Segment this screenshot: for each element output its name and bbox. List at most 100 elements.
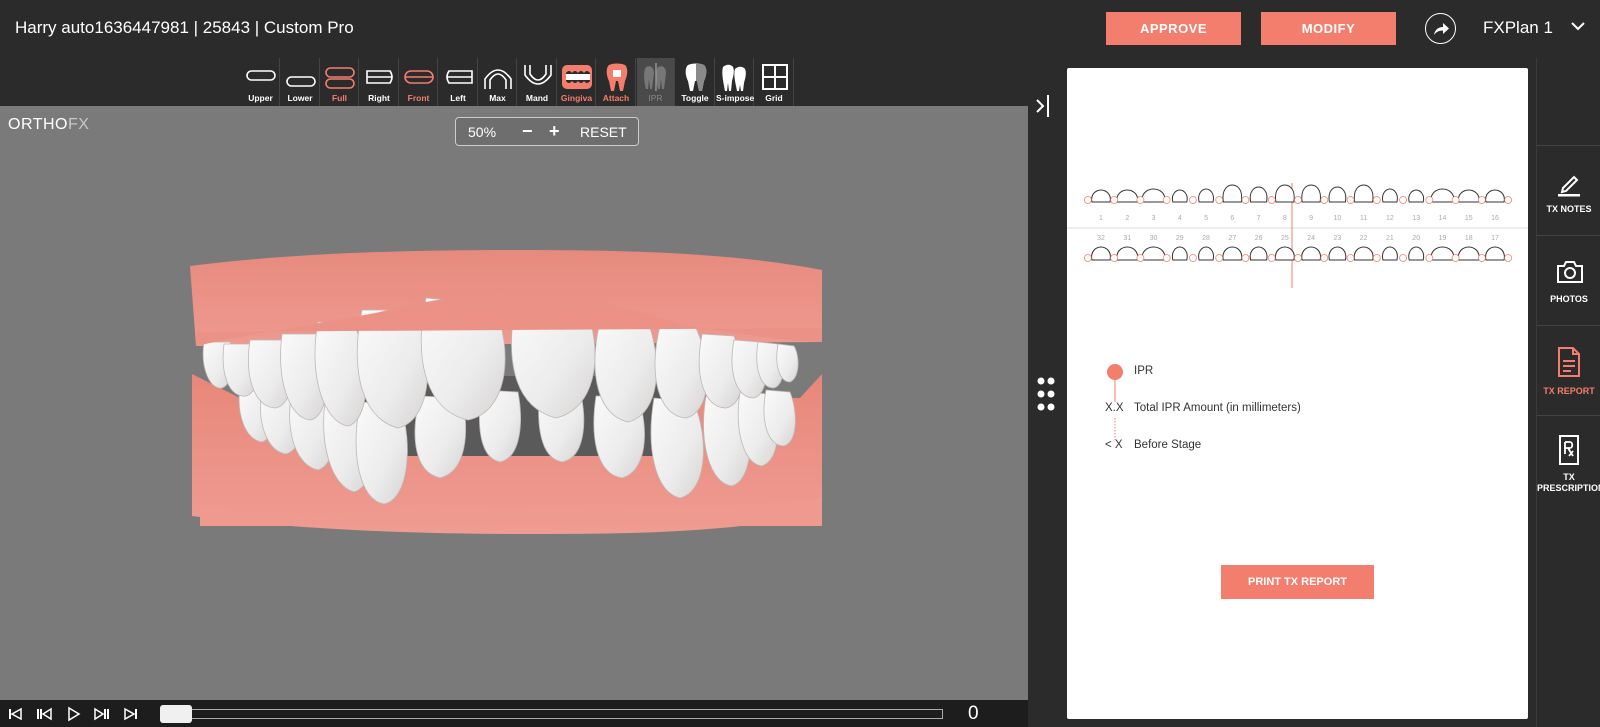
tool-max[interactable]: Max [479, 58, 517, 106]
tool-label: Grid [765, 93, 783, 103]
top-bar: Harry auto1636447981 | 25843 | Custom Pr… [0, 0, 1600, 58]
print-tx-report-button[interactable]: PRINT TX REPORT [1221, 565, 1374, 599]
tool-label: Attach [602, 93, 630, 103]
tooth-outline [1457, 246, 1480, 261]
tooth-outline [1091, 246, 1111, 261]
tool-upper[interactable]: Upper [242, 58, 280, 106]
tool-label: Right [368, 93, 390, 103]
contact-point [1320, 196, 1329, 204]
tool-right[interactable]: Right [361, 58, 399, 106]
play-icon[interactable] [64, 705, 82, 723]
document-icon [1558, 347, 1580, 377]
tooth-number: 1 [1099, 215, 1103, 222]
contact-point [1110, 254, 1119, 262]
tooth-number: 9 [1309, 215, 1313, 222]
legend-ipr-label: IPR [1134, 365, 1154, 377]
legend-ipr-marker-icon [1107, 364, 1123, 440]
contact-point [1189, 254, 1197, 262]
contact-point [1451, 254, 1460, 262]
plan-selector[interactable]: FXPlan 1 [1483, 18, 1553, 38]
legend-amount-symbol: X.X [1105, 402, 1124, 414]
view-toolbar: Upper Lower Full Right Front Left Max Mand Gingi… [0, 58, 1028, 106]
contact-point [1241, 254, 1250, 262]
upper-tooth-row: 1 2 3 4 5 6 7 8 9 10 11 12 13 14 15 16 [1083, 184, 1513, 222]
tooth-number: 32 [1097, 235, 1105, 242]
tool-lower[interactable]: Lower [282, 58, 320, 106]
dental-model[interactable] [0, 106, 1028, 700]
chevron-down-icon[interactable] [1570, 18, 1586, 34]
contact-point [1320, 254, 1329, 262]
mandibular-icon [523, 65, 552, 85]
contact-point [1215, 196, 1224, 204]
contact-point [1399, 196, 1407, 204]
tooth-outline [1116, 189, 1139, 203]
contact-point [1346, 196, 1355, 204]
contact-point [1136, 254, 1145, 262]
approve-button[interactable]: APPROVE [1106, 12, 1241, 45]
tooth-number: 16 [1491, 215, 1499, 222]
tool-label: Lower [287, 93, 313, 103]
nav-tx-prescription[interactable]: TX PRESCRIPTION [1537, 415, 1600, 515]
nav-tx-report-label: TX REPORT [1543, 386, 1595, 396]
camera-icon [1557, 261, 1583, 283]
nav-tx-prescription-label-1: TX [1563, 472, 1575, 482]
step-forward-icon[interactable] [93, 705, 111, 723]
contact-point [1451, 196, 1460, 204]
tooth-number: 5 [1204, 215, 1208, 222]
tooth-number: 10 [1334, 215, 1342, 222]
modify-button[interactable]: MODIFY [1261, 12, 1396, 45]
tooth-number: 26 [1255, 235, 1263, 242]
contact-point [1162, 196, 1171, 204]
tooth-number: 24 [1307, 235, 1315, 242]
tool-grid[interactable]: Grid [756, 58, 794, 106]
report-panel: 1 2 3 4 5 6 7 8 9 10 11 12 13 14 15 16 32 31 30 29 28 27 26 25 2… [1028, 58, 1536, 727]
tooth-outline [1382, 188, 1398, 203]
nav-tx-report[interactable]: TX REPORT [1537, 325, 1600, 415]
tool-front[interactable]: Front [400, 58, 438, 106]
contact-point [1215, 254, 1224, 262]
tooth-number: 4 [1178, 215, 1182, 222]
tooth-outline [1485, 246, 1505, 261]
tool-toggle[interactable]: Toggle [677, 58, 715, 106]
tool-ipr[interactable]: IPR [637, 58, 675, 106]
share-button[interactable] [1425, 13, 1456, 44]
nav-tx-notes-label: TX NOTES [1546, 204, 1592, 214]
tooth-outline [1382, 246, 1398, 261]
tool-gingiva[interactable]: Gingiva [558, 58, 596, 106]
tooth-number: 15 [1465, 215, 1473, 222]
tool-label: Max [489, 93, 506, 103]
gingiva-icon [562, 65, 592, 89]
contact-point [1162, 254, 1171, 262]
contact-point [1372, 254, 1381, 262]
contact-point [1346, 254, 1355, 262]
tool-label: Full [331, 93, 348, 103]
tooth-outline [1222, 246, 1243, 261]
step-back-icon[interactable] [35, 705, 53, 723]
tool-left[interactable]: Left [440, 58, 478, 106]
superimpose-icon [722, 64, 746, 91]
tool-attach[interactable]: Attach [598, 58, 636, 106]
tool-label: Upper [248, 93, 273, 103]
tool-s-impose[interactable]: S-impose [716, 58, 754, 106]
collapse-panel-icon[interactable] [1035, 94, 1055, 118]
nav-tx-notes[interactable]: TX NOTES [1537, 145, 1600, 235]
skip-to-start-icon[interactable] [6, 705, 24, 723]
skip-to-end-icon[interactable] [122, 705, 140, 723]
tooth-number: 23 [1334, 235, 1342, 242]
tooth-number: 12 [1386, 215, 1394, 222]
ipr-legend: IPR X.X Total IPR Amount (in millimeters… [1101, 362, 1401, 472]
stage-scrubber[interactable] [160, 709, 943, 719]
model-viewport[interactable]: ORTHOFX 50% − + RESET [0, 106, 1028, 700]
tooth-number: 22 [1360, 235, 1368, 242]
tool-label: IPR [648, 93, 663, 103]
tooth-outline [1249, 246, 1268, 261]
tooth-number: 6 [1230, 215, 1234, 222]
tool-full[interactable]: Full [321, 58, 359, 106]
legend-stage-label: Before Stage [1134, 439, 1202, 451]
nav-photos[interactable]: PHOTOS [1537, 235, 1600, 325]
drag-handle-icon[interactable] [1035, 376, 1057, 412]
scrubber-handle[interactable] [160, 705, 192, 723]
tool-mand[interactable]: Mand [519, 58, 557, 106]
tooth-outline [1116, 246, 1139, 261]
tooth-outline [1091, 189, 1111, 203]
